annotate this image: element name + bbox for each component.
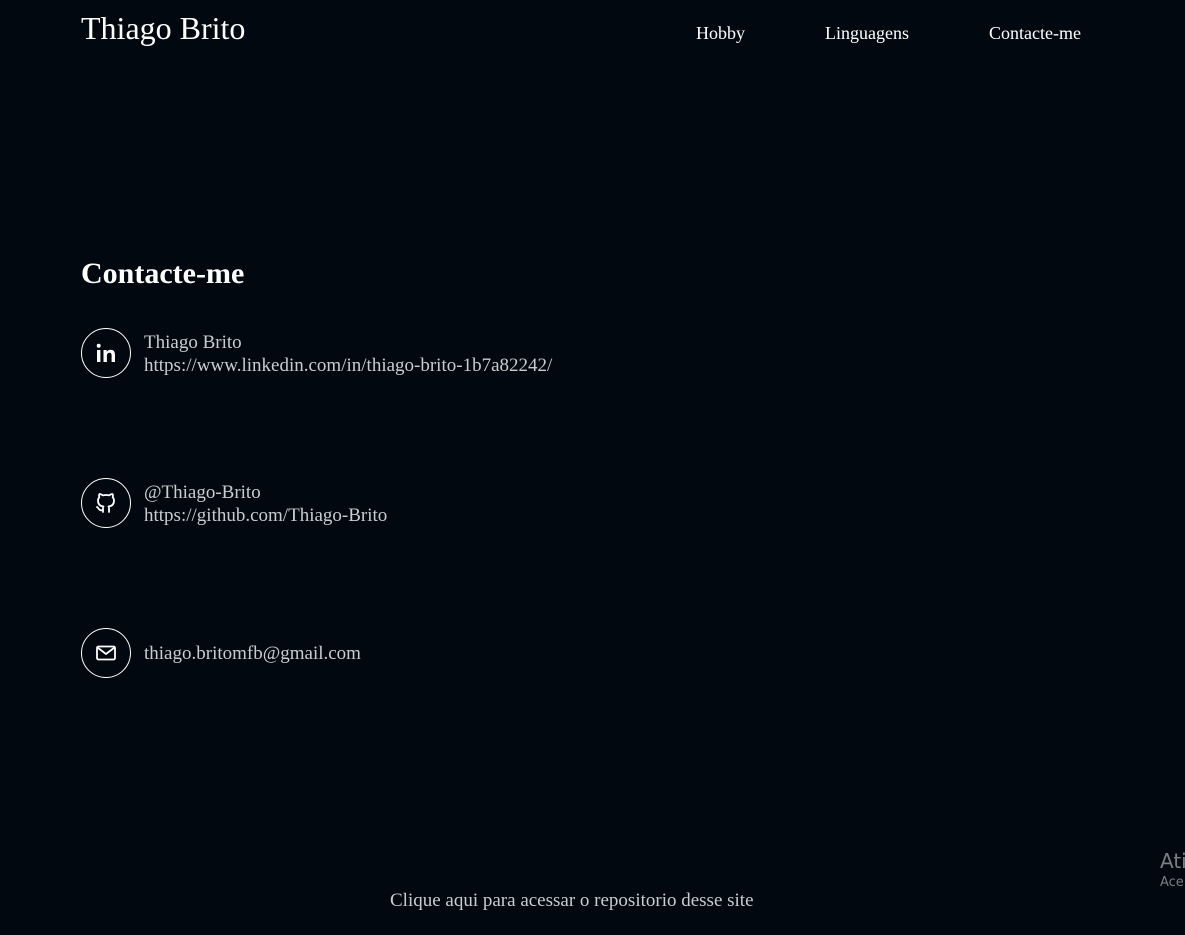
linkedin-icon (94, 341, 118, 365)
github-url-link[interactable]: https://github.com/Thiago-Brito (144, 504, 387, 527)
watermark-subtitle: Ace (1160, 875, 1184, 890)
github-icon-button[interactable] (81, 478, 131, 528)
nav-link-linguagens[interactable]: Linguagens (825, 22, 909, 44)
repository-link[interactable]: Clique aqui para acessar o repositorio d… (390, 889, 754, 912)
mail-icon (94, 641, 118, 665)
nav-link-hobby[interactable]: Hobby (696, 22, 745, 44)
nav-link-contacte-me[interactable]: Contacte-me (989, 22, 1081, 44)
linkedin-name: Thiago Brito (144, 332, 242, 353)
contact-item-linkedin: Thiago Brito https://www.linkedin.com/in… (81, 328, 781, 380)
linkedin-icon-button[interactable] (81, 328, 131, 378)
github-handle: @Thiago-Brito (144, 482, 261, 503)
mail-icon-button[interactable] (81, 628, 131, 678)
email-link[interactable]: thiago.britomfb@gmail.com (144, 642, 361, 665)
contact-section-title: Contacte-me (81, 257, 245, 290)
linkedin-url-link[interactable]: https://www.linkedin.com/in/thiago-brito… (144, 354, 552, 377)
site-title: Thiago Brito (81, 10, 246, 46)
github-icon (94, 491, 118, 515)
contact-item-github: @Thiago-Brito https://github.com/Thiago-… (81, 478, 781, 530)
windows-activation-watermark: Ati Ace (1160, 848, 1185, 898)
watermark-title: Ati (1160, 849, 1185, 873)
contact-item-email: thiago.britomfb@gmail.com (81, 628, 781, 680)
